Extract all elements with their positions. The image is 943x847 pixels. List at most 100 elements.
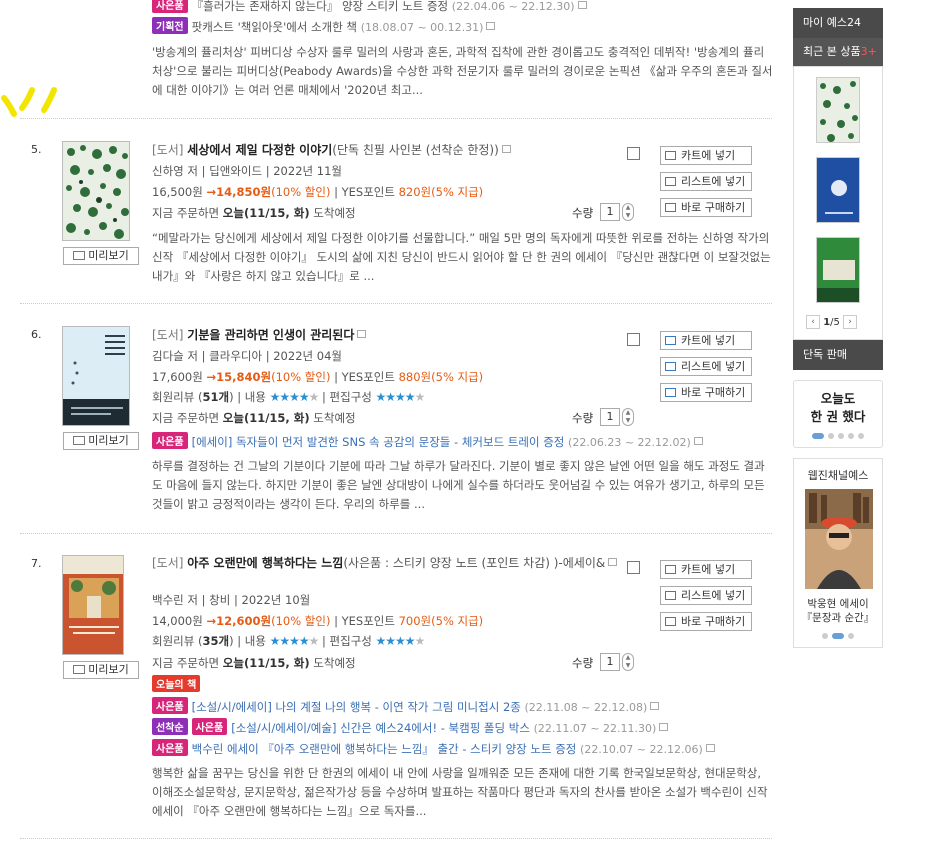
list-price: 16,500원 [152,185,203,199]
quantity-stepper[interactable]: ▲ ▼ [622,408,634,426]
popup-icon[interactable] [486,22,496,30]
select-checkbox[interactable] [627,561,640,574]
review-count[interactable]: 35개 [202,634,229,648]
book-description[interactable]: '방송계의 퓰리처상' 피버디상 수상자 룰루 밀러의 사랑과 혼돈, 과학적 … [152,43,774,101]
channel-yes-panel[interactable]: 웹진채널예스 박웅현 에세이 『문장과 순간』 [793,458,883,648]
buy-now-button[interactable]: 바로 구매하기 [660,383,752,402]
recent-count: 3+ [860,45,877,58]
preview-button[interactable]: 미리보기 [63,247,139,265]
my-yes24-link[interactable]: 마이 예스24 [793,8,883,38]
book-title[interactable]: 기분을 관리하면 인생이 관리된다 [187,328,354,342]
price-line: 14,000원 →12,600원(10% 할인) | YES포인트 700원(5… [152,613,483,629]
rank-number: 7. [31,557,42,570]
add-to-cart-button[interactable]: 카트에 넣기 [660,560,752,579]
add-to-list-button[interactable]: 리스트에 넣기 [660,586,752,605]
quantity-stepper[interactable]: ▲ ▼ [622,203,634,221]
points-label: | YES포인트 [330,370,399,384]
quantity-input[interactable]: 1 [600,408,620,426]
author-publisher[interactable]: 신하영 저 | 딥앤와이드 | 2022년 11월 [152,163,342,179]
event-text[interactable]: [에세이] 독자들이 먼저 발견한 SNS 속 공감의 문장들 - 체커보드 트… [192,435,565,449]
book-cover[interactable] [62,326,130,426]
rank-number: 6. [31,328,42,341]
add-to-list-button[interactable]: 리스트에 넣기 [660,357,752,376]
delivery-date: 오늘(11/15, 화) [222,411,310,425]
book-icon [73,251,86,260]
event-tag: 사은품 [191,718,228,735]
composition-rating-stars: ★★★★★ [375,634,426,648]
select-checkbox[interactable] [627,333,640,346]
add-to-cart-button[interactable]: 카트에 넣기 [660,146,752,165]
popup-icon[interactable] [659,723,669,731]
price-line: 17,600원 →15,840원(10% 할인) | YES포인트 880원(5… [152,369,483,385]
event-row[interactable]: 사은품 [에세이] 독자들이 먼저 발견한 SNS 속 공감의 문장들 - 체커보… [152,432,777,450]
add-to-cart-button[interactable]: 카트에 넣기 [660,331,752,350]
popup-icon[interactable] [357,330,367,338]
exclusive-sale-link[interactable]: 단독 판매 [793,340,883,370]
quantity-input[interactable]: 1 [600,203,620,221]
top-event-row-1[interactable]: 사은품 『흘러가는 존재하지 않는다』 양장 스티키 노트 증정 (22.04.0… [152,0,777,14]
event-text[interactable]: 팟캐스트 '책읽아웃'에서 소개한 책 [192,20,357,34]
chevron-right-icon[interactable]: › [843,315,858,329]
buy-now-button[interactable]: 바로 구매하기 [660,198,752,217]
quantity-input[interactable]: 1 [600,653,620,671]
channel-yes-caption: 박웅현 에세이 『문장과 순간』 [801,598,875,624]
channel-yes-title: 웹진채널예스 [807,469,869,482]
book-title-line[interactable]: [도서] 아주 오랜만에 행복하다는 느낌(사은품 : 스티키 양장 노트 (포… [152,555,622,571]
popup-icon[interactable] [705,744,715,752]
recent-item-thumbnail[interactable] [816,77,860,143]
today-read-banner[interactable]: 오늘도 한 권 했다 [793,380,883,448]
add-to-list-button[interactable]: 리스트에 넣기 [660,172,752,191]
recent-item-thumbnail[interactable] [816,157,860,223]
book-subtitle: (사은품 : 스티키 양장 노트 (포인트 차감) )-에세이& [343,556,606,570]
book-title[interactable]: 아주 오랜만에 행복하다는 느낌 [187,556,343,570]
divider [20,118,772,119]
book-description[interactable]: 하루를 결정하는 건 그날의 기분이다 기분에 따라 그날 하루가 달라진다. … [152,457,774,515]
event-tag: 사은품 [152,432,188,449]
banner-pagination-dots[interactable] [794,433,882,439]
recent-items-header[interactable]: 최근 본 상품3+ [793,38,883,66]
event-date: (22.06.23 ~ 22.12.02) [568,436,691,449]
review-count[interactable]: 51개 [202,390,229,404]
points-rate: (5% 지급) [431,185,484,199]
book-description[interactable]: “메말라가는 당신에게 세상에서 제일 다정한 이야기를 선물합니다.” 매일 … [152,229,774,287]
book-description[interactable]: 행복한 삶을 꿈꾸는 당신을 위한 단 한권의 에세이 내 안에 사랑을 일깨워… [152,764,774,822]
preview-button[interactable]: 미리보기 [63,432,139,450]
divider [20,533,772,534]
channel-pagination-dots[interactable] [794,633,882,639]
author-publisher[interactable]: 백수린 저 | 창비 | 2022년 10월 [152,592,310,608]
popup-icon[interactable] [650,702,660,710]
top-event-row-2[interactable]: 기획전 팟캐스트 '책읽아웃'에서 소개한 책 (18.08.07 ~ 00.12… [152,17,777,35]
popup-icon[interactable] [693,437,703,445]
event-text[interactable]: [소설/시/에세이/예술] 신간은 예스24에서! - 북캠핑 폴딩 박스 [231,721,530,735]
book-title[interactable]: 세상에서 제일 다정한 이야기 [187,143,332,157]
book-title-line[interactable]: [도서] 기분을 관리하면 인생이 관리된다 [152,326,367,343]
channel-yes-photo [805,489,873,589]
author-publisher[interactable]: 김다슬 저 | 클라우디아 | 2022년 04월 [152,348,342,364]
select-checkbox[interactable] [627,147,640,160]
quantity-label: 수량 [572,411,594,425]
book-cover[interactable] [62,141,130,241]
book-title-line[interactable]: [도서] 세상에서 제일 다정한 이야기(단독 친필 사인본 (선착순 한정)) [152,141,511,158]
book-icon [73,665,86,674]
event-text[interactable]: 『흘러가는 존재하지 않는다』 양장 스티키 노트 증정 [192,0,449,13]
event-row[interactable]: 사은품 [소설/시/에세이] 나의 계절 나의 행복 - 이연 작가 그림 미니접… [152,697,777,715]
preview-button[interactable]: 미리보기 [63,661,139,679]
buy-now-button[interactable]: 바로 구매하기 [660,612,752,631]
event-text[interactable]: 백수린 에세이 『아주 오랜만에 행복하다는 느낌』 출간 - 스티키 양장 노… [192,742,577,756]
review-line: 회원리뷰 (35개) | 내용 ★★★★★ | 편집구성 ★★★★★ [152,634,426,648]
quantity-stepper[interactable]: ▲ ▼ [622,653,634,671]
book-cover[interactable] [62,555,124,655]
recent-item-thumbnail[interactable] [816,237,860,303]
points-label: | YES포인트 [330,614,399,628]
points-rate: (5% 지급) [431,614,484,628]
event-row[interactable]: 사은품 백수린 에세이 『아주 오랜만에 행복하다는 느낌』 출간 - 스티키 양… [152,739,777,757]
event-text[interactable]: [소설/시/에세이] 나의 계절 나의 행복 - 이연 작가 그림 미니접시 2… [192,700,521,714]
popup-icon[interactable] [577,1,587,9]
popup-icon[interactable] [608,558,618,566]
popup-icon[interactable] [501,145,511,153]
chevron-left-icon[interactable]: ‹ [806,315,820,329]
search-results: 사은품 『흘러가는 존재하지 않는다』 양장 스티키 노트 증정 (22.04.0… [0,0,780,847]
event-row[interactable]: 선착순 사은품 [소설/시/에세이/예술] 신간은 예스24에서! - 북캠핑 폴딩… [152,718,777,736]
cart-icon [665,565,676,574]
todays-book-badge-row: 오늘의 책 [152,675,204,692]
